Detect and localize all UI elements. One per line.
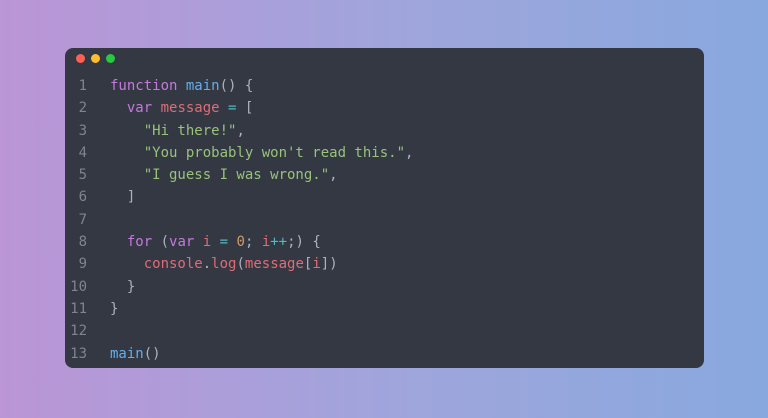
code-token-string: "I guess I was wrong." xyxy=(143,167,330,184)
code-token-variable: i xyxy=(312,256,321,273)
code-token-variable: log xyxy=(211,256,237,273)
code-token-variable: message xyxy=(244,256,304,273)
code-token-punctuation: , xyxy=(329,167,338,184)
close-window-button[interactable] xyxy=(76,54,85,63)
line-number: 1 xyxy=(78,78,87,94)
code-token-punctuation: [ xyxy=(244,100,254,117)
code-line: 7 xyxy=(65,209,704,231)
code-text: "Hi there!", xyxy=(110,120,245,142)
code-token-punctuation: , xyxy=(236,122,245,139)
code-line: 13 main() xyxy=(65,343,704,365)
code-text: var message = [ xyxy=(110,97,254,119)
line-number: 8 xyxy=(78,234,87,251)
code-window: 1 function main() {2 var message = [3 "Hi… xyxy=(65,48,704,368)
code-line: 10 } xyxy=(65,276,704,298)
code-line: 12 xyxy=(65,320,704,342)
code-text: for (var i = 0; i++;) { xyxy=(110,231,321,253)
code-line: 9 console.log(message[i]) xyxy=(65,253,704,275)
code-line: 6 ] xyxy=(65,186,704,208)
code-token-variable: i xyxy=(261,234,271,251)
code-line: 4 "You probably won't read this.", xyxy=(65,142,704,164)
code-text: } xyxy=(110,298,118,320)
code-line: 11} xyxy=(65,298,704,320)
code-token-keyword: var xyxy=(169,234,195,251)
code-token-punctuation: () xyxy=(143,345,161,362)
code-line: 8 for (var i = 0; i++;) { xyxy=(65,231,704,253)
code-token-punctuation: ( xyxy=(160,234,170,251)
maximize-window-button[interactable] xyxy=(106,54,115,63)
minimize-window-button[interactable] xyxy=(91,54,100,63)
code-token-variable: console xyxy=(143,256,203,273)
code-token-function: main xyxy=(110,345,144,362)
code-token-punctuation: } xyxy=(110,300,119,317)
line-number: 6 xyxy=(78,189,87,206)
code-token-punctuation: ( xyxy=(236,256,245,273)
code-token-punctuation: ] xyxy=(126,189,136,206)
code-token-string: "Hi there!" xyxy=(143,122,237,139)
line-number: 2 xyxy=(78,100,87,117)
code-token-operator: ++ xyxy=(270,234,288,251)
line-number: 11 xyxy=(70,300,87,317)
code-token-punctuation: } xyxy=(126,278,136,295)
line-number: 5 xyxy=(78,167,87,184)
code-token-variable: i xyxy=(202,234,212,251)
line-number: 10 xyxy=(70,278,87,295)
code-text: ] xyxy=(110,186,135,208)
code-line: 5 "I guess I was wrong.", xyxy=(65,164,704,186)
code-token-variable: message xyxy=(160,100,220,117)
code-token-string: "You probably won't read this." xyxy=(143,144,406,161)
code-token-keyword: for xyxy=(126,234,153,251)
code-token-punctuation: ]) xyxy=(320,256,338,273)
code-line: 1 function main() { xyxy=(65,75,704,97)
line-number: 4 xyxy=(78,144,87,161)
code-token-function: main xyxy=(185,78,220,94)
code-token-punctuation: () { xyxy=(219,78,254,94)
code-text: "I guess I was wrong.", xyxy=(110,164,338,186)
code-token-keyword: var xyxy=(126,100,153,117)
window-titlebar xyxy=(65,48,704,70)
code-token-punctuation: ;) { xyxy=(287,234,321,251)
code-text: function main() { xyxy=(110,75,253,97)
code-token-keyword: function xyxy=(110,78,178,94)
code-line: 2 var message = [ xyxy=(65,97,704,119)
code-text: "You probably won't read this.", xyxy=(110,142,414,164)
code-text: main() xyxy=(110,343,161,365)
line-number: 7 xyxy=(78,211,87,228)
line-number: 3 xyxy=(78,122,87,139)
code-token-punctuation: ; xyxy=(244,234,262,251)
line-number: 13 xyxy=(70,345,87,362)
code-token-number: 0 xyxy=(236,234,245,251)
code-line: 3 "Hi there!", xyxy=(65,120,704,142)
code-text: console.log(message[i]) xyxy=(110,253,338,275)
code-token-punctuation: , xyxy=(405,144,414,161)
line-number: 9 xyxy=(78,256,87,273)
code-token-punctuation: . xyxy=(202,256,212,273)
code-token-operator: = xyxy=(219,234,229,251)
code-editor[interactable]: 1 function main() {2 var message = [3 "Hi… xyxy=(65,75,704,365)
code-text: } xyxy=(110,276,135,298)
line-number: 12 xyxy=(70,323,87,340)
